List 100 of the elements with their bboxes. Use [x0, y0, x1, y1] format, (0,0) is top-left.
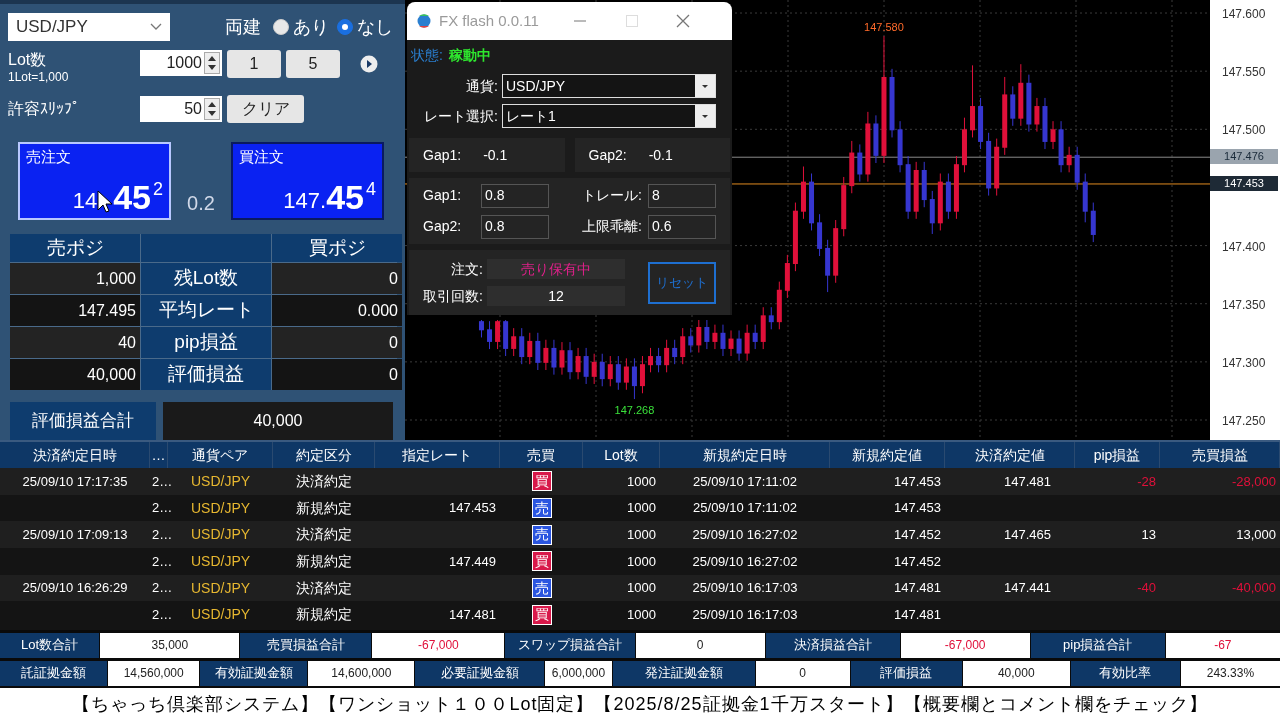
readout-value: -0.1	[483, 145, 508, 165]
table-cell: 0	[272, 327, 402, 358]
summary-value: 243.33%	[1180, 660, 1280, 686]
candlestick	[688, 327, 694, 354]
spin-field[interactable]: 50	[140, 96, 222, 122]
field-label: レート選択:	[423, 106, 499, 126]
table-cell-text: 147.449	[449, 552, 496, 571]
table-cell-text: 147.453	[449, 499, 496, 518]
spread-value: 0.2	[186, 191, 216, 216]
candlestick	[744, 324, 750, 362]
lot-note: 1Lot=1,000	[8, 70, 70, 84]
table-cell-text: USD/JPY	[190, 551, 251, 571]
price-label: 147.268	[614, 403, 655, 419]
table-cell-text: 147.481	[894, 606, 941, 625]
candlestick	[929, 190, 935, 235]
input-field[interactable]: 0.8	[481, 183, 549, 208]
candlestick	[897, 120, 903, 173]
candlestick	[817, 213, 823, 257]
input-field[interactable]: 0.8	[481, 214, 549, 239]
candlestick	[792, 202, 798, 272]
axis-label: 147.250	[1222, 413, 1266, 430]
candlestick	[664, 339, 670, 373]
lot-button[interactable]: 1	[227, 50, 281, 78]
spinner-icon[interactable]	[204, 52, 220, 74]
candlestick	[776, 281, 782, 330]
axis-label: 147.300	[1222, 354, 1266, 372]
table-cell-text: 25/09/10 16:27:02	[692, 525, 798, 544]
table-cell-text: 1000	[627, 499, 656, 518]
table-cell-text: 2…	[152, 579, 173, 598]
axis-label: 147.500	[1222, 122, 1266, 140]
table-cell-text: 1000	[627, 525, 656, 544]
radio-button[interactable]	[337, 19, 353, 35]
summary-label: 託証拠金額	[0, 660, 108, 686]
candlestick	[648, 347, 654, 373]
table-cell-text: 147.452	[894, 552, 941, 571]
summary-value: 14,600,000	[308, 660, 415, 686]
caret-icon	[150, 23, 162, 31]
close-icon[interactable]	[674, 13, 691, 29]
candlestick	[607, 355, 613, 387]
field-label: 注文:	[450, 259, 484, 279]
candlestick	[704, 319, 710, 350]
row-label: 評価損益	[141, 359, 271, 390]
pair-select[interactable]: USD/JPY	[8, 13, 170, 41]
candlestick	[696, 319, 702, 354]
summary-value: 35,000	[100, 632, 240, 658]
price-tag: 147.476	[1210, 149, 1278, 165]
input-field[interactable]: 0.6	[648, 214, 716, 239]
spin-field[interactable]: 1000	[140, 50, 222, 76]
play-icon[interactable]	[360, 55, 378, 73]
row-label: 残Lot数	[141, 263, 271, 294]
candlestick	[712, 324, 718, 350]
table-cell: 40,000	[10, 359, 140, 390]
side-badge: 買	[531, 604, 552, 625]
candlestick	[953, 155, 959, 220]
candlestick	[736, 329, 742, 362]
caret-icon[interactable]	[695, 105, 715, 127]
candlestick	[1050, 120, 1056, 150]
caret-icon[interactable]	[695, 75, 715, 97]
radio-label: あり	[293, 15, 329, 39]
candlestick	[873, 114, 879, 164]
axis-label: 147.350	[1222, 296, 1266, 314]
dropdown[interactable]: USD/JPY	[502, 74, 716, 98]
candlestick	[913, 161, 919, 220]
banner-text: 【ちゃっち倶楽部システム】【ワンショット１００Lot固定】【2025/8/25証拠金1千万スタート】【概要欄とコメント欄をチェック】	[72, 692, 1208, 716]
summary-value: 0	[635, 632, 765, 658]
candlestick	[599, 353, 605, 387]
table-cell-text: 147.481	[449, 606, 496, 625]
clear-button[interactable]: クリア	[227, 95, 304, 123]
row-label: pip損益	[141, 327, 271, 358]
table-cell-text: 2…	[152, 606, 173, 625]
table-cell-text: 25/09/10 16:17:03	[692, 579, 798, 598]
candlestick	[1082, 173, 1088, 223]
dropdown[interactable]: レート1	[502, 104, 716, 128]
table-cell-text: 147.441	[1004, 579, 1051, 598]
side-badge: 売	[531, 524, 552, 545]
readout-label: Gap2:	[588, 145, 627, 165]
app-icon	[417, 13, 431, 29]
summary-label: 決済損益合計	[765, 632, 900, 658]
candlestick	[559, 341, 565, 376]
total-value: 40,000	[163, 402, 393, 440]
table-cell: 40	[10, 327, 140, 358]
candlestick	[487, 320, 493, 350]
candlestick	[857, 143, 863, 183]
axis-label: 147.600	[1222, 6, 1266, 23]
candlestick	[503, 319, 509, 357]
table-cell-text: USD/JPY	[190, 605, 251, 625]
table-cell-text: 25/09/10 16:27:02	[692, 552, 798, 571]
side-badge: 買	[531, 471, 552, 492]
candlestick	[527, 332, 533, 365]
candlestick	[1074, 146, 1080, 191]
candlestick	[495, 319, 501, 350]
table-cell-text: 147.465	[1004, 525, 1051, 544]
candlestick	[865, 111, 871, 183]
summary-label: 売買損益合計	[240, 632, 372, 658]
lot-button[interactable]: 5	[286, 50, 340, 78]
candlestick	[978, 97, 984, 150]
summary-value: -67	[1165, 632, 1280, 658]
spinner-icon[interactable]	[204, 98, 220, 120]
input-field[interactable]: 8	[648, 183, 716, 208]
candlestick	[760, 306, 766, 350]
